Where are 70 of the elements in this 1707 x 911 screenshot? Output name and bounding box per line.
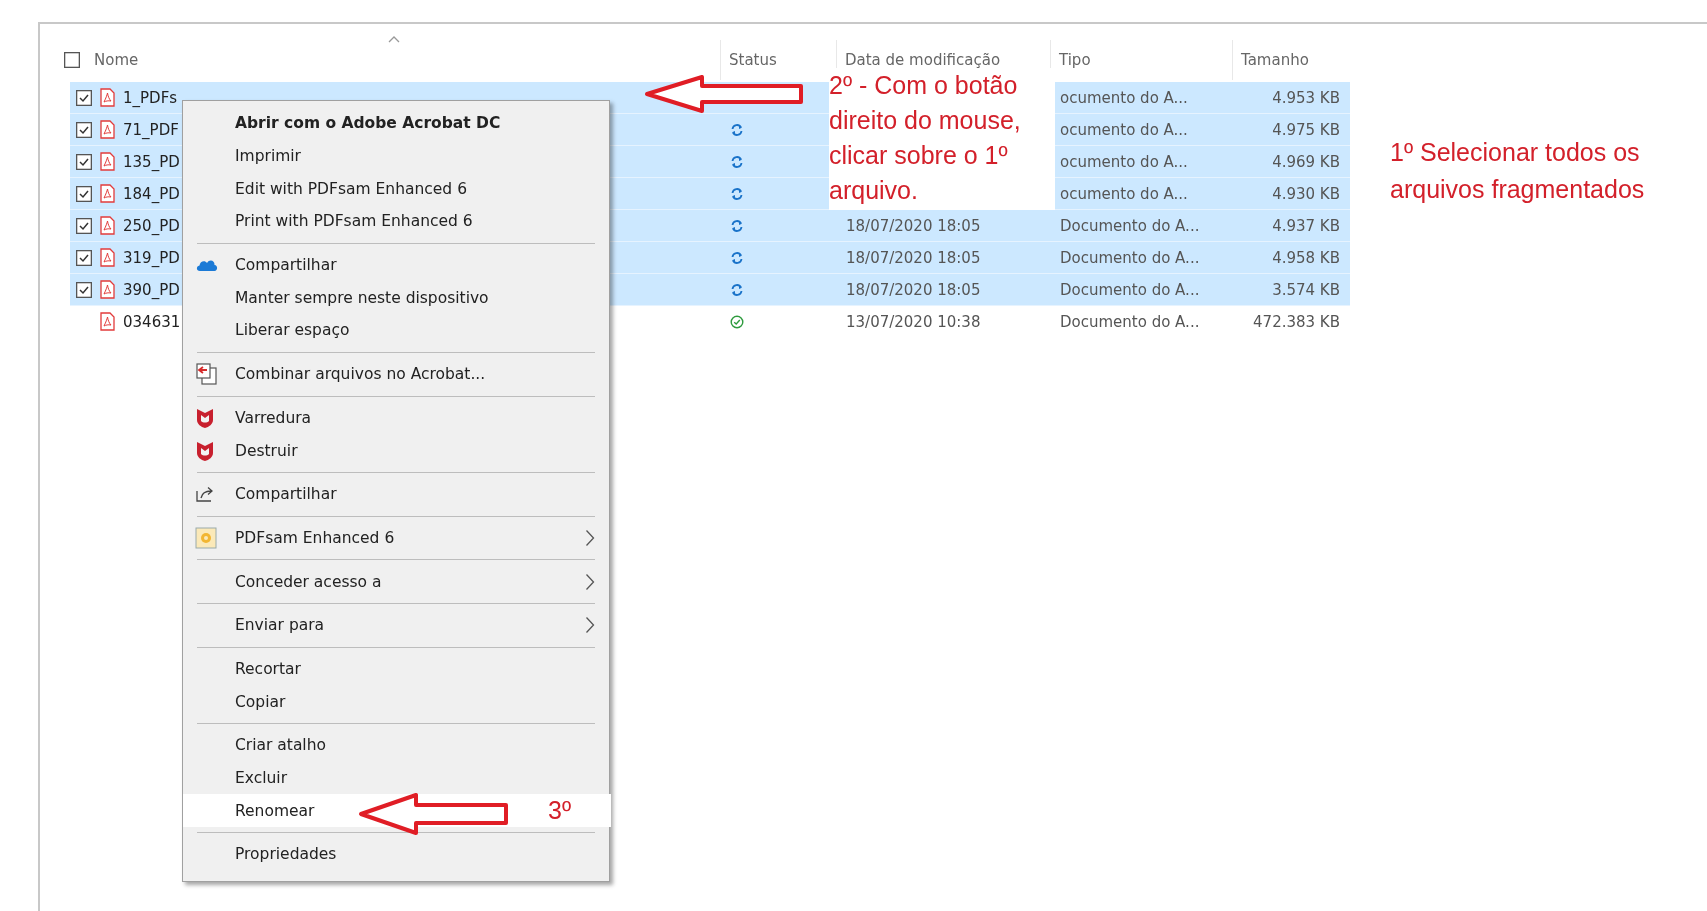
pdf-file-icon <box>100 248 115 267</box>
menu-item[interactable]: Copiar <box>183 685 609 718</box>
menu-item[interactable]: Criar atalho <box>183 729 609 762</box>
file-type: ocumento do A... <box>1060 184 1188 203</box>
checkbox[interactable] <box>76 121 92 138</box>
pdf-file-icon <box>100 120 115 139</box>
menu-item[interactable]: Recortar <box>183 652 609 686</box>
column-header[interactable]: Tipo <box>1059 51 1091 69</box>
checkbox[interactable] <box>76 185 92 202</box>
column-header[interactable]: Nome <box>94 51 139 69</box>
shield-icon <box>195 406 215 429</box>
annotation-text: 3º <box>548 796 572 825</box>
sort-caret-icon <box>388 36 400 43</box>
column-header[interactable]: Status <box>729 51 777 69</box>
pdf-file-icon <box>100 280 115 299</box>
menu-item[interactable]: Excluir <box>183 761 609 795</box>
cloud-icon <box>195 258 219 273</box>
file-size: 472.383 KB <box>1253 312 1340 331</box>
file-type: Documento do A... <box>1060 280 1200 299</box>
file-type: Documento do A... <box>1060 216 1200 235</box>
file-type: ocumento do A... <box>1060 88 1188 107</box>
file-type: Documento do A... <box>1060 312 1200 331</box>
file-name: 1_PDFs <box>123 88 178 107</box>
file-name: 390_PD <box>123 280 180 299</box>
file-size: 3.574 KB <box>1272 280 1340 299</box>
date-text: 18/07/2020 18:05 <box>846 248 981 267</box>
menu-item[interactable]: Combinar arquivos no Acrobat... <box>183 357 609 391</box>
pdf-file-icon <box>100 152 115 171</box>
menu-item[interactable]: Liberar espaço <box>183 314 609 347</box>
file-name: 71_PDF <box>123 120 179 139</box>
file-size: 4.969 KB <box>1272 152 1340 171</box>
file-name: 184_PD <box>123 184 180 203</box>
file-size: 4.958 KB <box>1272 248 1340 267</box>
checkbox[interactable] <box>76 89 92 106</box>
file-size: 4.937 KB <box>1272 216 1340 235</box>
date-text: 18/07/2020 18:05 <box>846 216 981 235</box>
file-type: Documento do A... <box>1060 248 1200 267</box>
menu-item[interactable]: PDFsam Enhanced 6 <box>183 521 609 555</box>
annotation-text: 1º Selecionar todos os arquivos fragmentados <box>1390 137 1645 205</box>
pdf-file-icon <box>100 184 115 203</box>
file-type: ocumento do A... <box>1060 152 1188 171</box>
pdf-file-icon <box>100 88 115 107</box>
menu-item[interactable]: Varredura <box>183 401 609 435</box>
file-name: 135_PD <box>123 152 180 171</box>
file-size: 4.975 KB <box>1272 120 1340 139</box>
menu-item[interactable]: Compartilhar <box>183 477 609 511</box>
file-type: ocumento do A... <box>1060 120 1188 139</box>
shield-icon <box>195 439 215 462</box>
pdf-file-icon <box>100 312 115 331</box>
menu-item[interactable]: Propriedades <box>183 838 609 871</box>
date-text: 18/07/2020 18:05 <box>846 280 981 299</box>
column-header[interactable]: Data de modificação <box>845 51 1001 69</box>
checkbox[interactable] <box>76 217 92 234</box>
checkbox[interactable] <box>76 153 92 170</box>
file-name: 319_PD <box>123 248 180 267</box>
column-header[interactable]: Tamanho <box>1241 51 1309 69</box>
checkbox[interactable] <box>76 281 92 298</box>
checkbox[interactable] <box>76 249 92 266</box>
file-name: 034631 <box>123 312 181 331</box>
menu-item[interactable]: Conceder acesso a <box>183 565 609 598</box>
file-size: 4.953 KB <box>1272 88 1340 107</box>
app-icon <box>195 526 217 549</box>
annotation-text: 2º - Com o botão direito do mouse, clicar sobre o 1º arquivo. <box>829 68 1055 210</box>
checkbox[interactable] <box>64 52 80 68</box>
date-text: 13/07/2020 10:38 <box>846 312 981 331</box>
menu-item[interactable]: Destruir <box>183 434 609 467</box>
file-size: 4.930 KB <box>1272 184 1340 203</box>
menu-item[interactable]: Enviar para <box>183 608 609 642</box>
file-name: 250_PD <box>123 216 180 235</box>
pdf-file-icon <box>100 216 115 235</box>
